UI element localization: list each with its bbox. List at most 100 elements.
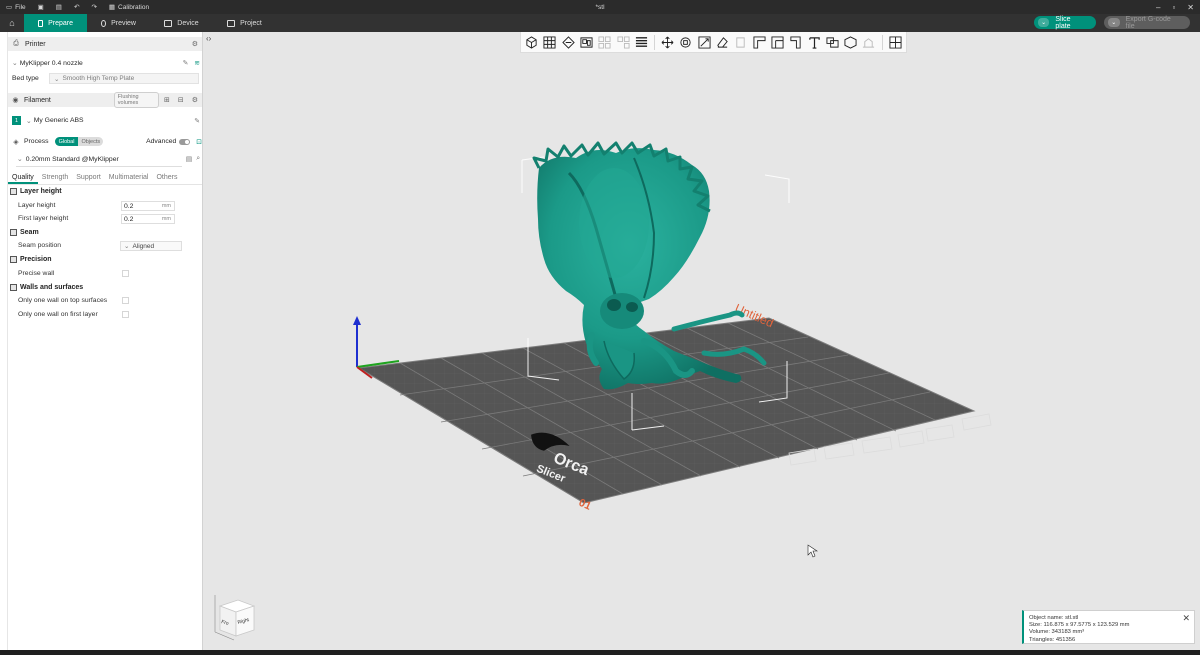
seam-position-select[interactable]: ⌄ Aligned [120, 241, 182, 251]
scale-tool[interactable] [697, 34, 712, 50]
plate-gear-icon[interactable] [925, 424, 955, 442]
tab-prepare-label: Prepare [48, 19, 73, 27]
process-icon: ◈ [13, 138, 19, 146]
tab-others[interactable]: Others [152, 172, 181, 184]
measure-tool[interactable] [752, 34, 767, 50]
home-button[interactable]: ⌂ [0, 14, 24, 32]
printer-icon: ⎙ [13, 40, 19, 47]
plate-close-icon[interactable] [961, 413, 992, 431]
precise-wall-checkbox[interactable] [122, 270, 129, 277]
support-paint-tool[interactable] [770, 34, 785, 50]
cut-tool[interactable] [733, 34, 748, 50]
compare-icon[interactable]: ⊡ [196, 138, 202, 146]
build-plate[interactable] [357, 317, 976, 504]
file-menu[interactable]: ▭ File [0, 3, 32, 12]
object-volume: Volume: 343183 mm³ [1029, 629, 1085, 636]
chevron-down-icon: ⌄ [54, 75, 60, 83]
split-objects-button[interactable] [597, 34, 612, 50]
precision-group: Precision [10, 256, 52, 263]
plate-view-tool[interactable] [888, 34, 903, 50]
export-gcode-button[interactable]: ⌄ Export G-code file [1104, 16, 1190, 30]
one-wall-first-checkbox[interactable] [122, 311, 129, 318]
tab-support[interactable]: Support [72, 172, 105, 184]
first-layer-height-input[interactable]: 0.2 mm [121, 214, 175, 224]
calibration-label: Calibration [118, 3, 150, 11]
process-preset-select[interactable]: ⌄ 0.20mm Standard @MyKlipper ▤ ⌕ [12, 155, 200, 167]
toolbar-separator [881, 34, 883, 50]
layer-height-input[interactable]: 0.2 mm [121, 201, 175, 211]
flushing-volumes-button[interactable]: Flushing volumes [113, 92, 159, 108]
close-icon[interactable]: ✕ [1182, 613, 1190, 624]
mesh-boolean-tool[interactable] [825, 34, 840, 50]
tab-quality[interactable]: Quality [8, 172, 38, 184]
advanced-switch[interactable] [179, 138, 191, 145]
filament-settings-icon[interactable]: ⚙ [192, 96, 198, 104]
add-filament-icon[interactable]: ⊞ [164, 96, 170, 104]
3d-viewport[interactable]: Untitled 01 Orca Slicer [204, 53, 1200, 655]
remove-filament-icon[interactable]: ⊟ [178, 96, 184, 104]
plate-settings-icon[interactable] [897, 430, 925, 448]
tab-device-label: Device [177, 19, 199, 27]
edit-filament-icon[interactable]: ✎ [194, 117, 200, 125]
canvas-toolbar [520, 32, 907, 53]
filament-item[interactable]: 1 ⌄ My Generic ABS ✎ [12, 116, 200, 125]
bed-type-select[interactable]: ⌄ Smooth High Temp Plate [49, 73, 199, 84]
layer-height-group: Layer height [10, 188, 62, 195]
save-preset-icon[interactable]: ▤ [186, 155, 192, 163]
one-wall-top-checkbox[interactable] [122, 297, 129, 304]
plate-arrange-icon[interactable] [861, 436, 893, 454]
printer-settings-icon[interactable]: ⚙ [192, 40, 198, 48]
undo-button[interactable]: ↶ [68, 3, 85, 11]
chevron-down-icon[interactable]: ⌄ [1038, 18, 1050, 27]
add-object-button[interactable] [524, 34, 539, 50]
variable-layer-button[interactable] [634, 34, 649, 50]
first-layer-height-value: 0.2 [124, 215, 134, 223]
tab-project-label: Project [240, 19, 262, 27]
home-icon: ⌂ [9, 18, 15, 28]
tab-multimaterial[interactable]: Multimaterial [105, 172, 153, 184]
chevron-down-icon: ⌄ [124, 243, 130, 250]
calibration-menu[interactable]: ▦ Calibration [103, 3, 155, 12]
save-button[interactable]: ▤ [50, 3, 68, 11]
global-toggle[interactable]: Global [54, 137, 79, 146]
tab-prepare[interactable]: Prepare [24, 14, 87, 32]
tab-device[interactable]: Device [150, 14, 213, 32]
undo-icon: ↶ [73, 4, 80, 11]
preset-underline [16, 166, 182, 167]
collapse-sidebar-button[interactable]: ‹› [206, 34, 211, 43]
printer-select[interactable]: ⌄ MyKlipper 0.4 nozzle ✎ ≋ [12, 59, 200, 68]
move-tool[interactable] [660, 34, 675, 50]
view-navigation-cube[interactable]: Fro Right [212, 592, 262, 642]
open-project-button[interactable]: ▣ [32, 3, 50, 11]
orient-button[interactable] [561, 34, 576, 50]
scale-icon [698, 35, 711, 49]
maximize-button[interactable]: ▫ [1172, 3, 1175, 12]
seam-paint-tool[interactable] [788, 34, 803, 50]
tab-project[interactable]: Project [213, 14, 276, 32]
assembly-view-tool[interactable] [843, 34, 858, 50]
minimize-button[interactable]: – [1156, 3, 1160, 12]
walls-group-title: Walls and surfaces [20, 284, 84, 291]
wifi-icon[interactable]: ≋ [194, 59, 200, 67]
search-icon[interactable]: ⌕ [196, 155, 200, 163]
redo-button[interactable]: ↷ [85, 3, 102, 11]
layers-icon [635, 36, 647, 47]
tab-preview[interactable]: Preview [87, 14, 150, 32]
slice-plate-button[interactable]: ⌄ Slice plate [1034, 16, 1096, 30]
rotate-tool[interactable] [678, 34, 693, 50]
objects-toggle[interactable]: Objects [78, 137, 104, 146]
arrange-button[interactable] [579, 34, 594, 50]
add-plate-button[interactable] [542, 34, 557, 50]
tab-strength[interactable]: Strength [38, 172, 72, 184]
brim-ears-tool[interactable] [861, 34, 876, 50]
walls-icon [10, 284, 17, 291]
text-tool[interactable] [806, 34, 821, 50]
eraser-icon [717, 36, 728, 48]
split-parts-button[interactable] [615, 34, 630, 50]
chevron-down-icon[interactable]: ⌄ [1108, 18, 1120, 27]
monitor-icon [164, 19, 173, 27]
lay-on-face-tool[interactable] [715, 34, 730, 50]
global-objects-toggle[interactable]: Global Objects [54, 137, 104, 146]
edit-printer-icon[interactable]: ✎ [183, 59, 189, 67]
close-window-button[interactable]: ✕ [1187, 3, 1194, 12]
